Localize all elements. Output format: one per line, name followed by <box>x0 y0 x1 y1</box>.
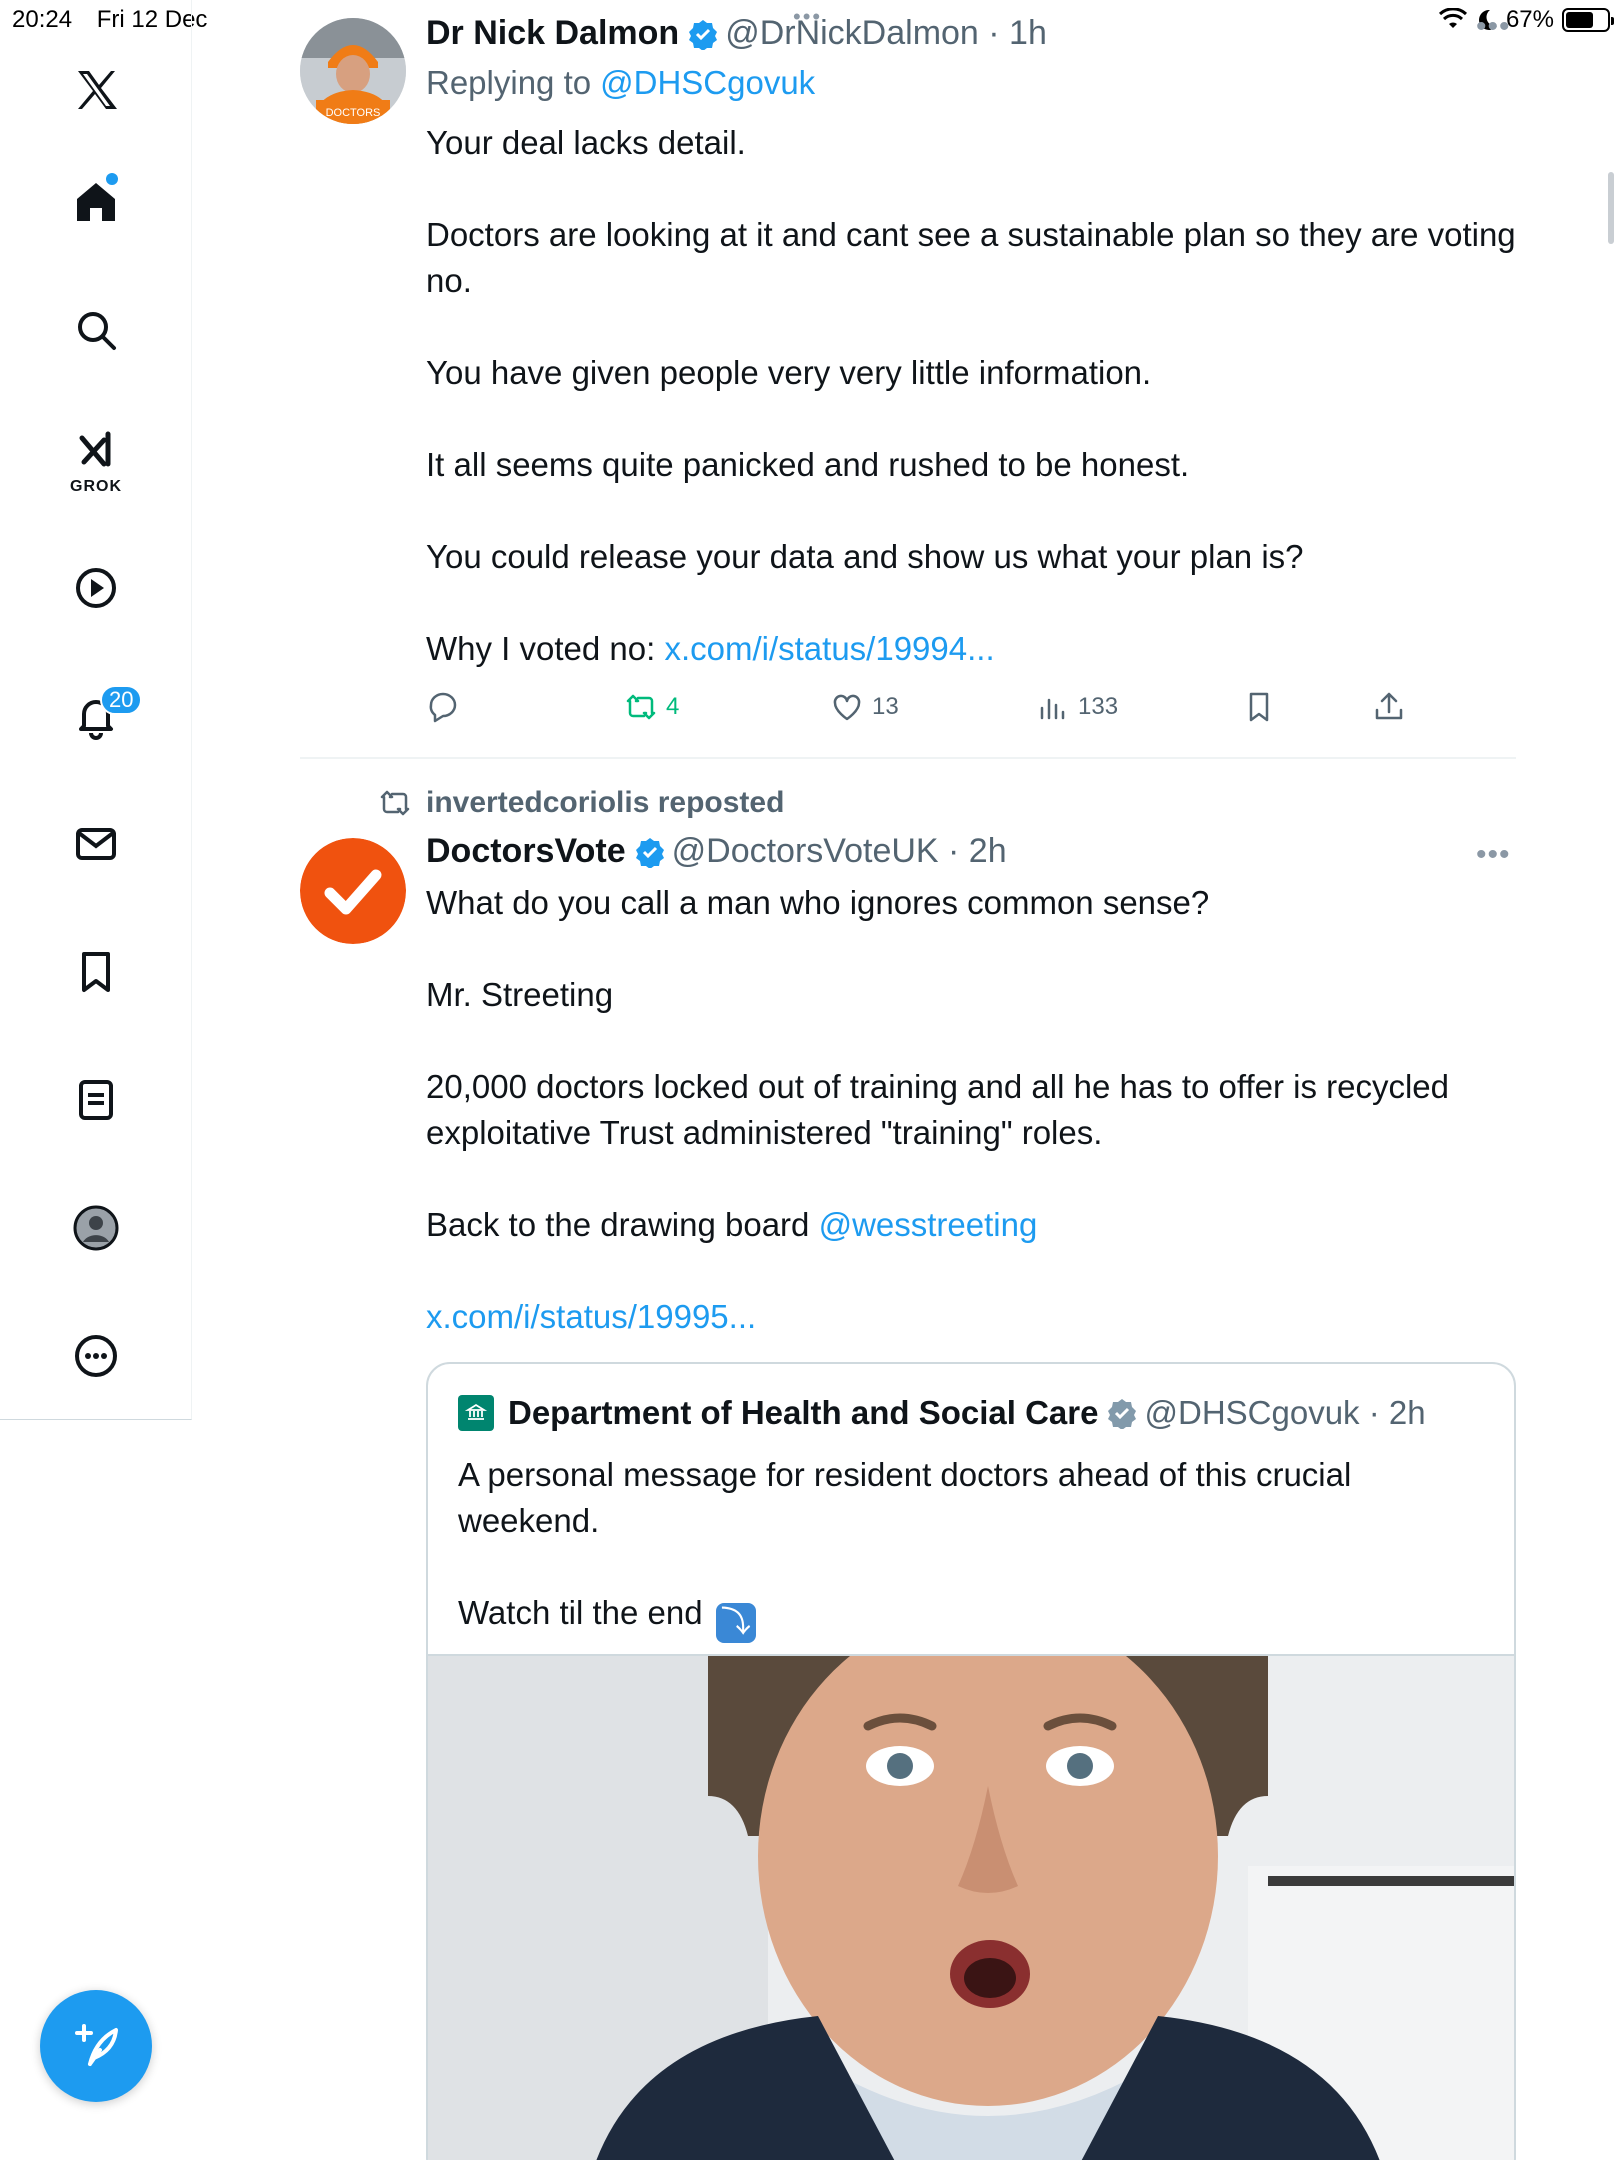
tweet1-replying-prefix: Replying to <box>426 64 592 101</box>
reply-button[interactable] <box>426 690 460 724</box>
like-button[interactable]: 13 <box>830 690 899 724</box>
tweet2-more-icon[interactable]: ••• <box>1476 838 1511 872</box>
tweet1-paragraph: Doctors are looking at it and cant see a… <box>426 216 1525 299</box>
more-icon[interactable] <box>64 1324 128 1388</box>
heart-icon <box>833 694 861 721</box>
grok-label: GROK <box>70 478 122 495</box>
tweet1-body: Your deal lacks detail. Doctors are look… <box>426 120 1516 672</box>
tweet2-body: What do you call a man who ignores commo… <box>426 880 1516 1340</box>
wifi-icon <box>1438 8 1467 28</box>
tweet1-avatar-image: DOCTORS <box>300 18 406 124</box>
notifications-badge: 20 <box>100 685 143 715</box>
quote-last-paragraph: Watch til the end ⤵ <box>458 1590 1478 1643</box>
compose-feather-icon <box>75 2024 118 2066</box>
quote-body: A personal message for resident doctors … <box>458 1452 1478 1643</box>
tweet2-repost-context: invertedcoriolis reposted <box>378 786 784 820</box>
dhsc-logo-icon <box>458 1395 494 1431</box>
tweet2-back-prefix: Back to the drawing board <box>426 1206 819 1243</box>
tweet1-last-prefix: Why I voted no: <box>426 630 665 667</box>
share-icon <box>1375 692 1403 720</box>
home-icon[interactable] <box>64 170 128 234</box>
views-button[interactable]: 133 <box>1036 690 1118 724</box>
svg-text:DOCTORS: DOCTORS <box>326 107 381 119</box>
gray-verified-badge-icon <box>1108 1399 1137 1429</box>
quote-header: Department of Health and Social Care @DH… <box>458 1394 1426 1432</box>
arrow-down-right-emoji-icon: ⤵ <box>715 1603 756 1643</box>
sidebar-nav: GROK 20 <box>0 0 192 1420</box>
video-icon[interactable] <box>64 556 128 620</box>
tweet2-avatar[interactable] <box>300 838 406 944</box>
quote-handle-time[interactable]: @DHSCgovuk · 2h <box>1144 1394 1425 1432</box>
tweet2-header: DoctorsVote @DoctorsVoteUK · 2h <box>426 832 1007 871</box>
tweet1-last-paragraph: Why I voted no: x.com/i/status/19994... <box>426 626 1516 672</box>
video-frame-image <box>428 1656 1514 2160</box>
tweet1-paragraph: Your deal lacks detail. <box>426 124 746 161</box>
tweet2-paragraph: 20,000 doctors locked out of training an… <box>426 1068 1459 1151</box>
bookmark-icon <box>1249 692 1269 722</box>
compose-button[interactable] <box>40 1990 152 2102</box>
x-logo-icon[interactable] <box>64 58 128 122</box>
tweet1-paragraph: You have given people very very little i… <box>426 354 1152 391</box>
repost-count: 4 <box>666 693 680 720</box>
battery-fill <box>1566 12 1593 28</box>
lists-icon[interactable] <box>64 1068 128 1132</box>
tweet1-author-name[interactable]: Dr Nick Dalmon <box>426 14 679 53</box>
tweet2-status-link[interactable]: x.com/i/status/19995... <box>426 1294 1516 1340</box>
repost-icon <box>626 694 656 720</box>
quote-video-thumbnail[interactable] <box>428 1654 1514 2160</box>
tweet1-header: Dr Nick Dalmon @DrNickDalmon · 1h <box>426 14 1047 53</box>
scrollbar[interactable] <box>1608 172 1614 244</box>
tweet2-paragraph: What do you call a man who ignores commo… <box>426 884 1210 921</box>
bookmark-button[interactable] <box>1242 690 1276 724</box>
views-count: 133 <box>1078 693 1119 720</box>
like-count: 13 <box>872 693 899 720</box>
tweet2-mention-link[interactable]: @wesstreeting <box>819 1206 1038 1243</box>
tweet2-paragraph: Mr. Streeting <box>426 976 614 1013</box>
profile-icon[interactable] <box>64 1196 128 1260</box>
tweet1-status-link[interactable]: x.com/i/status/19994... <box>664 630 994 667</box>
tweet2-reposted-by[interactable]: invertedcoriolis reposted <box>426 786 784 820</box>
views-chart-icon <box>1040 698 1065 720</box>
tweet1-replying-to-link[interactable]: @DHSCgovuk <box>600 64 815 102</box>
tweet1-more-icon[interactable]: ••• <box>1476 10 1511 44</box>
repost-icon <box>380 790 410 816</box>
bookmarks-icon[interactable] <box>64 940 128 1004</box>
quote-author-name[interactable]: Department of Health and Social Care <box>508 1394 1098 1432</box>
battery-percent: 67% <box>1505 6 1554 33</box>
reply-icon <box>429 692 457 723</box>
verified-badge-icon <box>689 19 718 50</box>
tweet1-actions: 4 13 133 <box>426 690 1406 730</box>
home-unread-dot <box>106 173 118 185</box>
tweet1-paragraph: It all seems quite panicked and rushed t… <box>426 446 1190 483</box>
tweet1-replying-line: Replying to @DHSCgovuk <box>426 64 815 102</box>
tweet1-paragraph: You could release your data and show us … <box>426 538 1304 575</box>
battery-icon <box>1562 8 1614 32</box>
repost-button[interactable]: 4 <box>624 690 679 724</box>
status-indicators: 67% <box>1438 6 1614 34</box>
messages-icon[interactable] <box>64 812 128 876</box>
tweet1-handle-time[interactable]: @DrNickDalmon · 1h <box>725 14 1047 53</box>
tweet1-avatar[interactable]: DOCTORS <box>300 18 406 124</box>
quoted-tweet-card[interactable]: Department of Health and Social Care @DH… <box>426 1362 1516 2160</box>
tweet2-author-name[interactable]: DoctorsVote <box>426 832 626 871</box>
verified-badge-icon <box>635 837 664 868</box>
quote-paragraph: A personal message for resident doctors … <box>458 1456 1352 1539</box>
checkmark-icon <box>300 838 406 944</box>
tweet2-back-paragraph: Back to the drawing board @wesstreeting <box>426 1202 1516 1248</box>
share-button[interactable] <box>1372 690 1406 724</box>
search-icon[interactable] <box>64 298 128 362</box>
tweet-divider <box>300 757 1516 759</box>
tweet2-handle-time[interactable]: @DoctorsVoteUK · 2h <box>672 832 1007 871</box>
grok-icon[interactable] <box>64 418 128 482</box>
quote-last-text: Watch til the end <box>458 1594 703 1631</box>
